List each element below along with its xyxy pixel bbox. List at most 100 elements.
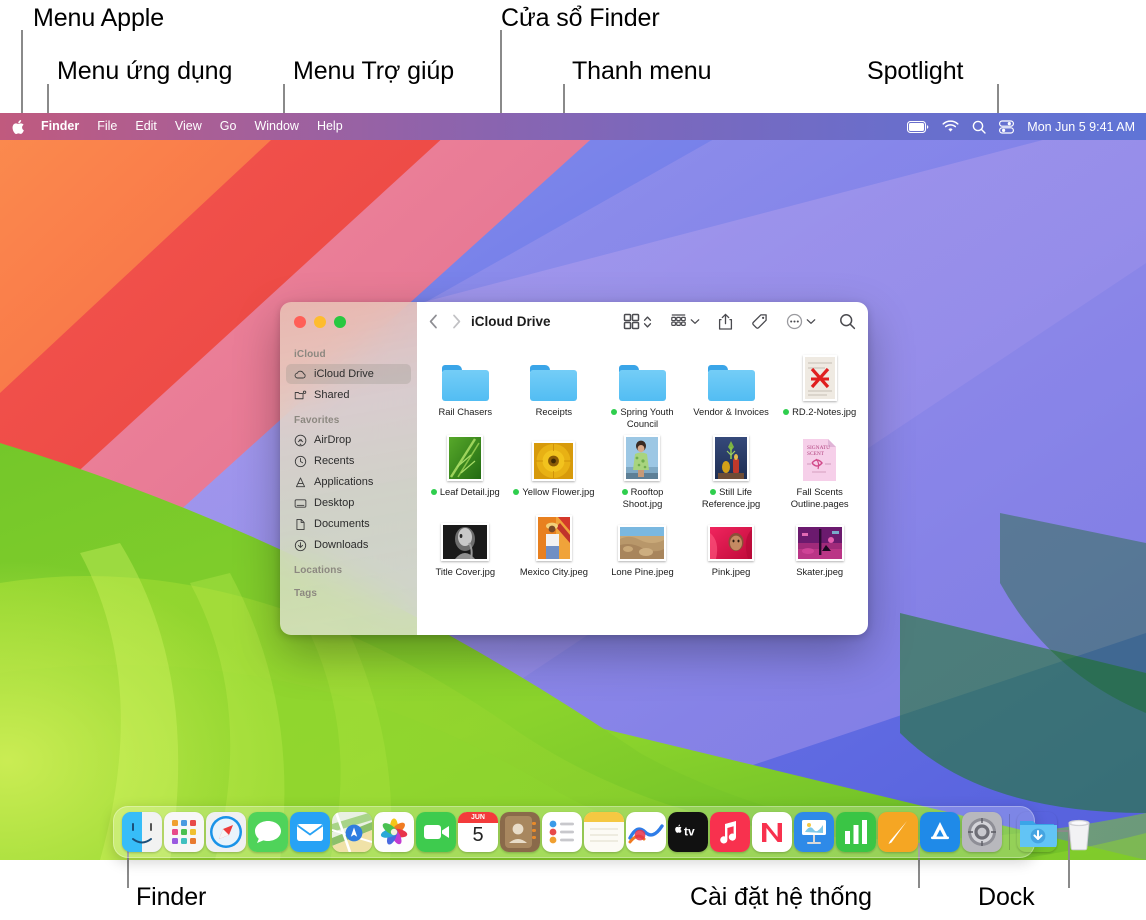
menu-item-go[interactable]: Go	[211, 113, 246, 140]
wifi-icon[interactable]	[942, 120, 959, 133]
file-item[interactable]: Mexico City.jpeg	[510, 509, 599, 578]
dock-item-appletv[interactable]: tv	[668, 812, 708, 852]
menu-bar-clock[interactable]: Mon Jun 5 9:41 AM	[1027, 120, 1135, 134]
dock-item-photos[interactable]	[374, 812, 414, 852]
sidebar-item-desktop[interactable]: Desktop	[286, 493, 411, 513]
control-center-icon[interactable]	[999, 119, 1015, 134]
dock-item-contacts[interactable]	[500, 812, 540, 852]
menu-bar[interactable]: Finder File Edit View Go Window Help Mon…	[0, 113, 1146, 140]
sidebar-item-recents[interactable]: Recents	[286, 451, 411, 471]
dock-item-mail[interactable]	[290, 812, 330, 852]
leader-line-menu-tro-giup	[283, 84, 285, 113]
dock-item-safari[interactable]	[206, 812, 246, 852]
sidebar-item-label: Shared	[314, 389, 350, 401]
photo-lone-pine-icon	[620, 527, 665, 559]
view-switcher[interactable]	[623, 313, 652, 330]
menu-item-view[interactable]: View	[166, 113, 211, 140]
dock-item-numbers[interactable]	[836, 812, 876, 852]
file-thumbnail	[447, 435, 484, 481]
dock-item-keynote[interactable]	[794, 812, 834, 852]
file-item[interactable]: Spring Youth Council	[598, 349, 687, 429]
dock-item-pages[interactable]	[878, 812, 918, 852]
close-button[interactable]	[294, 316, 306, 328]
sidebar-item-documents[interactable]: Documents	[286, 514, 411, 534]
forward-button[interactable]	[452, 314, 461, 329]
file-item[interactable]: Rail Chasers	[421, 349, 510, 429]
dock-item-maps[interactable]	[332, 812, 372, 852]
menu-item-edit[interactable]: Edit	[126, 113, 166, 140]
finder-toolbar: iCloud Drive	[417, 302, 868, 341]
dock-item-trash[interactable]	[1059, 812, 1099, 852]
callout-thanh-menu: Thanh menu	[572, 57, 712, 85]
file-item[interactable]: Title Cover.jpg	[421, 509, 510, 578]
menu-item-finder[interactable]: Finder	[35, 113, 88, 140]
finder-path-title: iCloud Drive	[471, 314, 551, 329]
group-by-button[interactable]	[670, 313, 700, 330]
window-controls[interactable]	[294, 316, 346, 328]
dock-item-reminders[interactable]	[542, 812, 582, 852]
menu-item-help[interactable]: Help	[308, 113, 352, 140]
file-item[interactable]: Pink.jpeg	[687, 509, 776, 578]
pages-icon	[878, 812, 918, 852]
dock-item-system-settings[interactable]	[962, 812, 1002, 852]
file-item[interactable]: Lone Pine.jpeg	[598, 509, 687, 578]
share-button[interactable]	[718, 313, 733, 331]
apple-logo-icon	[12, 119, 24, 134]
sidebar-item-label: Recents	[314, 455, 355, 467]
file-item[interactable]: Still Life Reference.jpg	[687, 429, 776, 509]
battery-icon[interactable]	[907, 120, 929, 133]
folder-icon	[618, 356, 666, 401]
dock-item-freeform[interactable]	[626, 812, 666, 852]
dock[interactable]: JUN 5 tv	[113, 806, 1090, 858]
dock-item-calendar[interactable]: JUN 5	[458, 812, 498, 852]
file-item[interactable]: Vendor & Invoices	[687, 349, 776, 429]
facetime-icon	[416, 812, 456, 852]
zoom-button[interactable]	[334, 316, 346, 328]
dock-item-appstore[interactable]	[920, 812, 960, 852]
file-item[interactable]: Receipts	[510, 349, 599, 429]
dock-item-downloads-folder[interactable]	[1017, 812, 1057, 852]
sidebar-item-icloud-drive[interactable]: iCloud Drive	[286, 364, 411, 384]
file-item[interactable]: Leaf Detail.jpg	[421, 429, 510, 509]
tag-button[interactable]	[751, 313, 768, 330]
more-actions-button[interactable]	[786, 313, 816, 330]
file-item[interactable]: Skater.jpeg	[775, 509, 864, 578]
finder-search-button[interactable]	[839, 313, 856, 330]
dock-item-messages[interactable]	[248, 812, 288, 852]
file-item[interactable]: SIGNATU SCENT Fall Scents Outline.pages	[775, 429, 864, 509]
apple-menu[interactable]	[0, 119, 35, 135]
file-label: Vendor & Invoices	[693, 406, 769, 417]
dock-item-launchpad[interactable]	[164, 812, 204, 852]
file-item[interactable]: Rooftop Shoot.jpg	[598, 429, 687, 509]
sidebar-list: iCloud iCloud Drive Shared Favorites Air…	[280, 340, 417, 602]
back-button[interactable]	[429, 314, 438, 329]
dock-item-finder[interactable]	[122, 812, 162, 852]
file-thumbnail	[618, 516, 667, 561]
folder-icon	[530, 356, 578, 401]
callout-menu-ung-dung: Menu ứng dụng	[57, 57, 233, 85]
sidebar-item-label: Applications	[314, 476, 374, 488]
menu-item-file[interactable]: File	[88, 113, 126, 140]
dock-item-notes[interactable]	[584, 812, 624, 852]
group-view-icon	[671, 314, 686, 326]
trash-icon	[1068, 819, 1090, 851]
dock-item-music[interactable]	[710, 812, 750, 852]
finder-window[interactable]: iCloud iCloud Drive Shared Favorites Air…	[280, 302, 868, 635]
sidebar-item-shared[interactable]: Shared	[286, 385, 411, 405]
file-thumbnail: SIGNATU SCENT	[803, 436, 837, 481]
file-item[interactable]: Yellow Flower.jpg	[510, 429, 599, 509]
chevron-up-down-icon	[643, 315, 652, 328]
photo-stilllife-icon	[715, 437, 748, 479]
sidebar-item-applications[interactable]: Applications	[286, 472, 411, 492]
spotlight-search-icon[interactable]	[972, 120, 986, 134]
dock-item-news[interactable]	[752, 812, 792, 852]
minimize-button[interactable]	[314, 316, 326, 328]
callout-cai-dat-he-thong: Cài đặt hệ thống	[690, 883, 872, 911]
icon-view-icon	[623, 313, 640, 330]
pages-document-icon: SIGNATU SCENT	[803, 439, 837, 481]
sidebar-item-downloads[interactable]: Downloads	[286, 535, 411, 555]
menu-item-window[interactable]: Window	[245, 113, 307, 140]
dock-item-facetime[interactable]	[416, 812, 456, 852]
sidebar-item-airdrop[interactable]: AirDrop	[286, 430, 411, 450]
file-item[interactable]: RD.2-Notes.jpg	[775, 349, 864, 429]
